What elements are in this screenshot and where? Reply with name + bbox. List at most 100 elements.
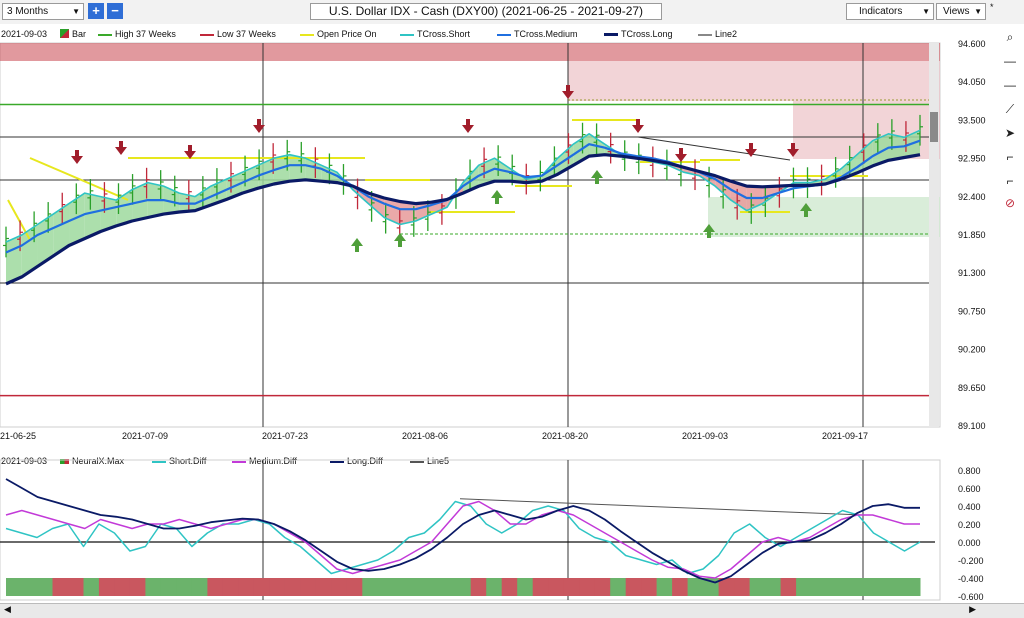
- y-tick-label: 92.400: [958, 192, 986, 202]
- neuralx-block: [486, 578, 503, 596]
- y-tick-label: 94.050: [958, 77, 986, 87]
- osc-y-tick-label: 0.400: [958, 502, 981, 512]
- neuralx-block: [532, 578, 549, 596]
- osc-y-tick-label: -0.400: [958, 574, 984, 584]
- neuralx-block: [734, 578, 751, 596]
- neuralx-block: [610, 578, 627, 596]
- neuralx-block: [873, 578, 890, 596]
- neuralx-block: [889, 578, 905, 596]
- price-scrollbar[interactable]: [929, 43, 939, 427]
- osc-y-tick-label: -0.200: [958, 556, 984, 566]
- time-scrollbar[interactable]: ◀ ▶: [0, 603, 1024, 618]
- neuralx-block: [455, 578, 472, 596]
- sell-signal-arrow: [675, 148, 687, 162]
- resistance-zone-upper: [568, 61, 940, 101]
- neuralx-block: [52, 578, 69, 596]
- chart-canvas[interactable]: 94.600 94.050 93.500 92.950 92.400 91.850 91.3…: [0, 0, 1024, 617]
- buy-signal-arrow: [491, 190, 503, 204]
- neuralx-block: [470, 578, 487, 596]
- neuralx-block: [842, 578, 859, 596]
- sell-signal-arrow: [115, 141, 127, 155]
- neuralx-block: [517, 578, 534, 596]
- neuralx-block: [563, 578, 580, 596]
- neuralx-block: [145, 578, 162, 596]
- neuralx-block: [6, 578, 22, 596]
- sell-signal-arrow: [184, 145, 196, 159]
- neuralx-block: [191, 578, 208, 596]
- neuralx-block: [641, 578, 658, 596]
- y-tick-label: 90.200: [958, 345, 986, 355]
- scroll-left-icon[interactable]: ◀: [4, 604, 11, 615]
- neuralx-block: [129, 578, 146, 596]
- neuralx-block: [579, 578, 596, 596]
- neuralx-block: [656, 578, 673, 596]
- neuralx-block: [238, 578, 255, 596]
- x-tick-label: 2021-09-03: [682, 431, 728, 441]
- sell-signal-arrow: [71, 150, 83, 164]
- neuralx-block: [114, 578, 131, 596]
- osc-y-tick-label: 0.200: [958, 520, 981, 530]
- neuralx-block: [765, 578, 782, 596]
- neuralx-block: [222, 578, 239, 596]
- sell-signal-arrow: [462, 119, 474, 133]
- neuralx-block: [501, 578, 518, 596]
- neuralx-block: [269, 578, 286, 596]
- neuralx-block: [68, 578, 84, 596]
- neuralx-block: [207, 578, 224, 596]
- open-price-step: [29, 157, 129, 201]
- neuralx-block: [424, 578, 441, 596]
- osc-y-tick-label: 0.800: [958, 466, 981, 476]
- neuralx-block: [331, 578, 348, 596]
- neuralx-block: [37, 578, 53, 596]
- neuralx-block: [253, 578, 270, 596]
- buy-signal-arrow: [591, 170, 603, 184]
- open-price-step: [7, 199, 31, 241]
- neuralx-block: [160, 578, 177, 596]
- y-tick-label: 92.950: [958, 154, 986, 164]
- osc-y-tick-label: 0.000: [958, 538, 981, 548]
- neuralx-block: [439, 578, 456, 596]
- neuralx-block: [98, 578, 115, 596]
- y-tick-label: 93.500: [958, 115, 986, 125]
- neuralx-block: [346, 578, 363, 596]
- neuralx-block: [780, 578, 797, 596]
- line5-trend: [459, 498, 864, 516]
- x-tick-label: 2021-08-06: [402, 431, 448, 441]
- neuralx-block: [315, 578, 332, 596]
- y-tick-label: 91.850: [958, 230, 986, 240]
- y-tick-label: 91.300: [958, 268, 986, 278]
- neuralx-block: [393, 578, 410, 596]
- osc-y-tick-label: 0.600: [958, 484, 981, 494]
- y-tick-label: 90.750: [958, 306, 986, 316]
- scroll-right-icon[interactable]: ▶: [969, 604, 976, 615]
- neuralx-block: [796, 578, 813, 596]
- resistance-zone: [0, 43, 940, 61]
- x-tick-label: 21-06-25: [0, 431, 36, 441]
- short-diff-line: [5, 500, 921, 575]
- trend-line: [637, 136, 791, 161]
- neuralx-block: [687, 578, 704, 596]
- neuralx-block: [176, 578, 193, 596]
- neuralx-block: [672, 578, 689, 596]
- y-tick-label: 89.650: [958, 383, 986, 393]
- price-scrollbar-thumb[interactable]: [930, 112, 938, 142]
- x-tick-label: 2021-08-20: [542, 431, 588, 441]
- buy-signal-arrow: [394, 233, 406, 247]
- sell-signal-arrow: [632, 119, 644, 133]
- long-diff-line: [5, 478, 920, 584]
- buy-signal-arrow: [351, 238, 363, 252]
- neuralx-block: [408, 578, 425, 596]
- y-tick-label: 94.600: [958, 39, 986, 49]
- neuralx-block: [21, 578, 38, 596]
- neuralx-block: [749, 578, 766, 596]
- neuralx-block: [548, 578, 565, 596]
- y-tick-label: 89.100: [958, 421, 986, 431]
- neuralx-block: [827, 578, 844, 596]
- osc-y-tick-label: -0.600: [958, 592, 984, 602]
- x-tick-label: 2021-07-23: [262, 431, 308, 441]
- neuralx-block: [858, 578, 874, 596]
- x-tick-label: 2021-07-09: [122, 431, 168, 441]
- neuralx-block: [811, 578, 828, 596]
- neuralx-block: [83, 578, 100, 596]
- neuralx-block: [284, 578, 301, 596]
